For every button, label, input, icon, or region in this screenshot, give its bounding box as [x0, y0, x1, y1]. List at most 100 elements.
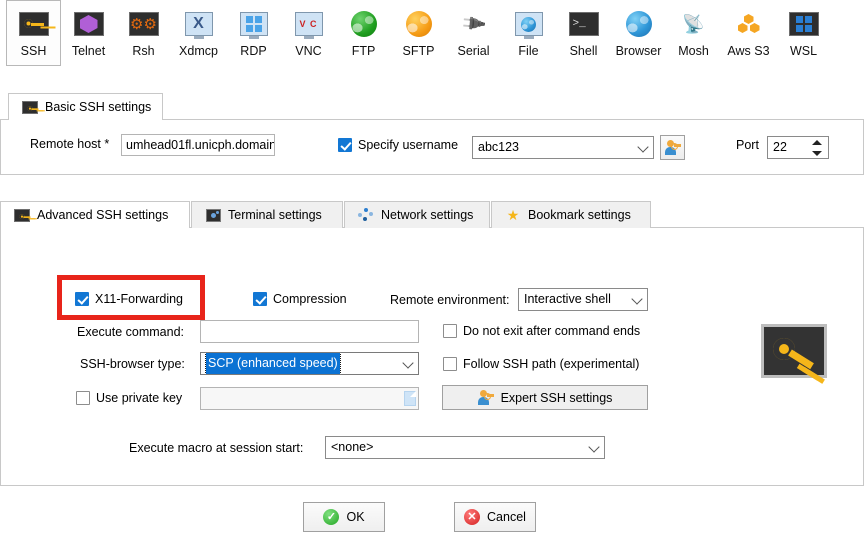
ssh-key-icon	[22, 100, 38, 114]
session-type-shell[interactable]: >_ Shell	[556, 0, 611, 66]
ssh-key-icon	[18, 8, 50, 40]
checkbox-box	[253, 292, 267, 306]
execute-command-input[interactable]	[200, 320, 419, 343]
chevron-down-icon	[631, 292, 643, 305]
compression-checkbox[interactable]: Compression	[253, 292, 347, 306]
expert-ssh-settings-button[interactable]: Expert SSH settings	[442, 385, 648, 410]
session-type-vnc[interactable]: V C VNC	[281, 0, 336, 66]
user-key-icon	[664, 140, 681, 155]
cancel-button[interactable]: ✕ Cancel	[454, 502, 536, 532]
serial-plug-icon: 🔌	[458, 9, 488, 38]
session-type-rsh[interactable]: ⚙⚙ Rsh	[116, 0, 171, 66]
session-type-serial[interactable]: 🔌 Serial	[446, 0, 501, 66]
cancel-label: Cancel	[487, 510, 526, 524]
x11-forwarding-label: X11-Forwarding	[95, 292, 184, 306]
port-spinner[interactable]: 22	[767, 136, 829, 159]
do-not-exit-label: Do not exit after command ends	[463, 324, 641, 338]
star-icon: ★	[506, 207, 520, 223]
username-combobox[interactable]: abc123	[472, 136, 654, 159]
specify-username-label: Specify username	[358, 138, 459, 152]
advanced-settings-tabstrip: Advanced SSH settings Terminal settings …	[0, 201, 864, 229]
tab-advanced-ssh-settings[interactable]: Advanced SSH settings	[0, 201, 190, 229]
tab-label: Network settings	[381, 208, 474, 222]
tab-bookmark-settings[interactable]: ★ Bookmark settings	[491, 201, 651, 228]
session-type-aws-s3[interactable]: Aws S3	[721, 0, 776, 66]
expert-ssh-settings-label: Expert SSH settings	[500, 390, 613, 405]
document-icon	[403, 391, 416, 406]
session-type-label: File	[518, 44, 539, 58]
username-browse-button[interactable]	[660, 135, 685, 160]
session-type-label: Xdmcp	[179, 44, 218, 58]
session-type-label: Browser	[615, 44, 662, 58]
session-type-label: SFTP	[402, 44, 435, 58]
remote-environment-value: Interactive shell	[524, 292, 611, 306]
ssh-browser-type-label: SSH-browser type:	[80, 357, 185, 371]
terminal-icon	[205, 208, 221, 222]
xdmcp-monitor-icon: X	[183, 8, 215, 40]
rsh-gears-icon: ⚙⚙	[128, 8, 160, 40]
check-circle-icon: ✓	[323, 509, 340, 525]
session-type-file[interactable]: File	[501, 0, 556, 66]
tab-network-settings[interactable]: Network settings	[344, 201, 490, 228]
do-not-exit-checkbox[interactable]: Do not exit after command ends	[443, 324, 640, 338]
chevron-down-icon	[402, 356, 414, 369]
session-type-xdmcp[interactable]: X Xdmcp	[171, 0, 226, 66]
sftp-globe-icon	[403, 8, 435, 40]
spinner-arrows-icon[interactable]	[812, 139, 823, 157]
browser-globe-icon	[623, 8, 655, 40]
checkbox-box	[338, 138, 352, 152]
execute-command-label: Execute command:	[77, 325, 184, 339]
port-value: 22	[773, 140, 787, 154]
wsl-windows-icon	[788, 8, 820, 40]
checkbox-box	[75, 292, 89, 306]
tab-label: Bookmark settings	[528, 208, 631, 222]
session-type-label: WSL	[789, 44, 818, 58]
use-private-key-label: Use private key	[96, 391, 183, 405]
tab-basic-ssh-settings[interactable]: Basic SSH settings	[8, 93, 163, 121]
private-key-input[interactable]	[200, 387, 419, 410]
session-type-browser[interactable]: Browser	[611, 0, 666, 66]
specify-username-checkbox[interactable]: Specify username	[338, 138, 458, 152]
session-type-label: FTP	[351, 44, 376, 58]
session-type-rdp[interactable]: RDP	[226, 0, 281, 66]
session-type-ftp[interactable]: FTP	[336, 0, 391, 66]
session-type-ssh[interactable]: SSH	[6, 0, 61, 66]
basic-settings-panel: Remote host * umhead01fl.unicph.domain S…	[0, 120, 864, 175]
tab-label: Terminal settings	[228, 208, 322, 222]
tab-terminal-settings[interactable]: Terminal settings	[191, 201, 343, 228]
session-type-label: Telnet	[71, 44, 106, 58]
session-type-mosh[interactable]: 📡 Mosh	[666, 0, 721, 66]
use-private-key-checkbox[interactable]: Use private key	[76, 391, 182, 405]
session-type-label: Aws S3	[727, 44, 770, 58]
compression-label: Compression	[273, 292, 347, 306]
session-type-label: Serial	[457, 44, 490, 58]
session-type-label: SSH	[20, 44, 47, 58]
follow-ssh-path-checkbox[interactable]: Follow SSH path (experimental)	[443, 357, 639, 371]
session-type-sftp[interactable]: SFTP	[391, 0, 446, 66]
telnet-cube-icon	[73, 8, 105, 40]
private-key-browse-button[interactable]	[400, 389, 419, 408]
checkbox-box	[76, 391, 90, 405]
execute-macro-combobox[interactable]: <none>	[325, 436, 605, 459]
vnc-monitor-icon: V C	[293, 8, 325, 40]
session-type-wsl[interactable]: WSL	[776, 0, 831, 66]
aws-s3-cubes-icon	[733, 8, 765, 40]
ok-button[interactable]: ✓ OK	[303, 502, 385, 532]
file-monitor-icon	[513, 8, 545, 40]
port-label: Port	[736, 138, 759, 152]
x11-forwarding-checkbox[interactable]: X11-Forwarding	[75, 292, 183, 306]
ssh-browser-type-combobox[interactable]: SCP (enhanced speed)	[200, 352, 419, 375]
remote-host-input[interactable]: umhead01fl.unicph.domain	[121, 134, 275, 156]
tab-label: Advanced SSH settings	[37, 208, 169, 222]
execute-macro-value: <none>	[331, 440, 374, 454]
session-type-label: VNC	[295, 44, 322, 58]
checkbox-box	[443, 357, 457, 371]
session-settings-dialog: SSH Telnet ⚙⚙ Rsh X Xdmcp RDP V C VNC FT…	[0, 0, 864, 545]
ssh-key-icon	[14, 208, 30, 222]
remote-environment-combobox[interactable]: Interactive shell	[518, 288, 648, 311]
checkbox-box	[443, 324, 457, 338]
chevron-down-icon	[637, 140, 649, 153]
session-type-telnet[interactable]: Telnet	[61, 0, 116, 66]
large-key-icon	[761, 324, 827, 378]
shell-prompt-icon: >_	[568, 8, 600, 40]
